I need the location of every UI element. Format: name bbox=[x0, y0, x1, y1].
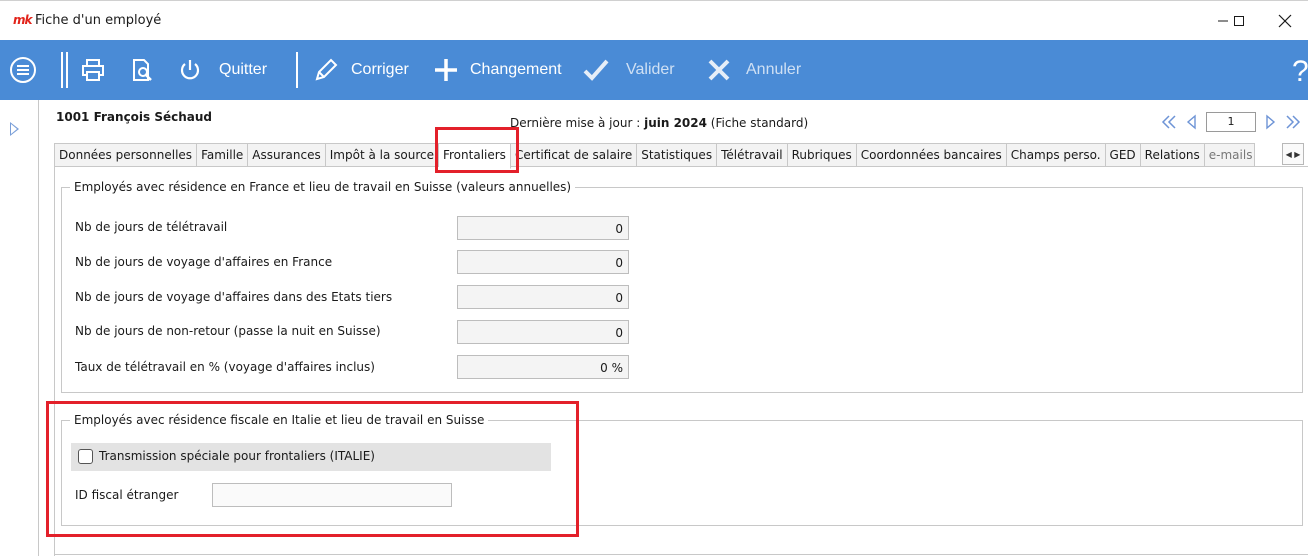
tab-statistics[interactable]: Statistiques bbox=[637, 143, 718, 167]
validate-button[interactable]: Valider bbox=[582, 40, 675, 100]
record-number-input[interactable]: 1 bbox=[1206, 112, 1256, 132]
last-record-button[interactable] bbox=[1282, 111, 1304, 133]
bottom-border bbox=[54, 554, 1308, 555]
change-label: Changement bbox=[470, 61, 562, 78]
tab-ged[interactable]: GED bbox=[1105, 143, 1141, 167]
panel-divider bbox=[38, 100, 39, 556]
tab-custom-fields[interactable]: Champs perso. bbox=[1006, 143, 1106, 167]
tab-withholding-tax[interactable]: Impôt à la source bbox=[325, 143, 439, 167]
triangle-right-icon bbox=[1266, 114, 1276, 130]
edit-button[interactable]: Corriger bbox=[312, 40, 409, 100]
toolbar-separator bbox=[61, 52, 63, 88]
maximize-button[interactable] bbox=[1216, 1, 1262, 41]
app-logo: mk bbox=[13, 13, 33, 27]
tab-items[interactable]: Rubriques bbox=[787, 143, 857, 167]
plus-icon bbox=[432, 56, 460, 84]
highlight-frontaliers-tab bbox=[435, 127, 519, 173]
business-trip-third-countries-label: Nb de jours de voyage d'affaires dans de… bbox=[75, 290, 393, 304]
expand-arrow-icon bbox=[10, 122, 19, 136]
power-icon bbox=[177, 57, 203, 83]
title-bar: mk Fiche d'un employé bbox=[0, 0, 1308, 40]
business-trip-third-countries-input[interactable]: 0 bbox=[457, 285, 629, 309]
checkmark-icon bbox=[582, 56, 610, 84]
help-button[interactable]: ? bbox=[1292, 52, 1308, 92]
print-preview-icon bbox=[133, 59, 152, 81]
previous-record-button[interactable] bbox=[1180, 111, 1202, 133]
main-menu-button[interactable] bbox=[8, 40, 38, 100]
telework-days-input[interactable]: 0 bbox=[457, 216, 629, 240]
non-return-days-label: Nb de jours de non-retour (passe la nuit… bbox=[75, 324, 381, 338]
validate-label: Valider bbox=[626, 61, 675, 78]
double-chevron-right-icon bbox=[1286, 115, 1301, 129]
last-update: Dernière mise à jour : juin 2024 (Fiche … bbox=[510, 116, 808, 130]
highlight-italy-section bbox=[46, 401, 579, 537]
change-button[interactable]: Changement bbox=[432, 40, 562, 100]
close-icon bbox=[1278, 14, 1292, 28]
print-button[interactable] bbox=[80, 40, 106, 100]
toolbar-separator bbox=[66, 52, 68, 88]
quit-button[interactable]: Quitter bbox=[177, 40, 267, 100]
tab-emails[interactable]: e-mails bbox=[1204, 143, 1255, 167]
triangle-left-icon bbox=[1186, 114, 1196, 130]
side-panel-toggle[interactable] bbox=[0, 100, 38, 556]
menu-circle-icon bbox=[10, 57, 36, 83]
telework-rate-input[interactable]: 0 % bbox=[457, 355, 629, 379]
cancel-label: Annuler bbox=[746, 61, 802, 78]
next-record-button[interactable] bbox=[1260, 111, 1282, 133]
scroll-right-icon: ▶ bbox=[1294, 149, 1301, 159]
cross-icon bbox=[706, 57, 732, 83]
tab-bank-details[interactable]: Coordonnées bancaires bbox=[856, 143, 1007, 167]
printer-icon bbox=[82, 59, 104, 81]
tab-family[interactable]: Famille bbox=[197, 143, 249, 167]
toolbar: Quitter Corriger Changement Valider Annu… bbox=[0, 40, 1308, 100]
scroll-left-icon: ◀ bbox=[1285, 149, 1292, 159]
edit-label: Corriger bbox=[351, 61, 409, 78]
close-button[interactable] bbox=[1262, 1, 1308, 41]
tab-telework[interactable]: Télétravail bbox=[717, 143, 788, 167]
telework-rate-label: Taux de télétravail en % (voyage d'affai… bbox=[75, 360, 375, 374]
pencil-icon bbox=[312, 56, 340, 84]
first-record-button[interactable] bbox=[1158, 111, 1180, 133]
employee-name: 1001 François Séchaud bbox=[56, 110, 213, 124]
tab-relations[interactable]: Relations bbox=[1140, 143, 1205, 167]
last-update-label: Dernière mise à jour : bbox=[510, 116, 641, 130]
record-pager: 1 bbox=[1158, 111, 1304, 133]
business-trip-france-input[interactable]: 0 bbox=[457, 250, 629, 274]
toolbar-separator bbox=[296, 52, 298, 88]
quit-label: Quitter bbox=[219, 61, 268, 78]
tab-salary-certificate[interactable]: Certificat de salaire bbox=[510, 143, 638, 167]
double-chevron-left-icon bbox=[1161, 115, 1176, 129]
last-update-note: (Fiche standard) bbox=[710, 116, 809, 130]
window-title: Fiche d'un employé bbox=[35, 13, 162, 28]
business-trip-france-label: Nb de jours de voyage d'affaires en Fran… bbox=[75, 255, 333, 269]
maximize-icon bbox=[1234, 16, 1244, 26]
non-return-days-input[interactable]: 0 bbox=[457, 320, 629, 344]
france-group-legend: Employés avec résidence en France et lie… bbox=[70, 180, 576, 194]
preview-button[interactable] bbox=[129, 40, 155, 100]
telework-days-label: Nb de jours de télétravail bbox=[75, 220, 228, 234]
tab-scroll-buttons[interactable]: ◀ ▶ bbox=[1282, 143, 1304, 165]
tab-insurance[interactable]: Assurances bbox=[248, 143, 326, 167]
tab-bar: Données personnelles Famille Assurances … bbox=[54, 143, 1255, 169]
tab-personal-data[interactable]: Données personnelles bbox=[54, 143, 198, 167]
last-update-value: juin 2024 bbox=[644, 116, 707, 130]
cancel-button[interactable]: Annuler bbox=[706, 40, 801, 100]
